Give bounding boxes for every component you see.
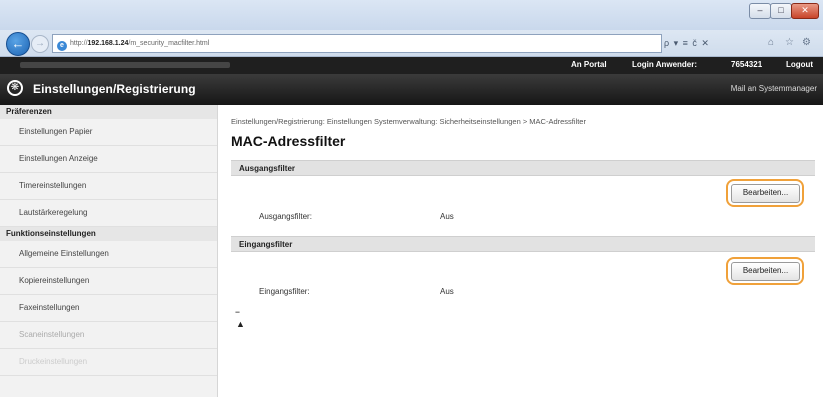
inbound-edit-highlight: Bearbeiten... [726, 257, 804, 285]
address-bar[interactable]: e http://192.168.1.24/m_security_macfilte… [52, 34, 662, 53]
back-to-top-icon[interactable]: ‾ ▲ [236, 312, 245, 329]
sidebar-item-copy-settings[interactable]: Kopiereinstellungen [0, 268, 217, 295]
settings-logo-icon: ❋ [7, 80, 23, 96]
outbound-filter-header: Ausgangsfilter [231, 160, 815, 176]
sidebar-item-paper-settings[interactable]: Einstellungen Papier [0, 119, 217, 146]
outbound-filter-label: Ausgangsfilter: [259, 212, 312, 221]
inbound-edit-button[interactable]: Bearbeiten... [731, 262, 800, 281]
url-host: 192.168.1.24 [87, 40, 129, 47]
inbound-filter-value: Aus [440, 287, 454, 296]
sidebar-item-common-settings[interactable]: Allgemeine Einstellungen [0, 241, 217, 268]
login-user-value: 7654321 [731, 60, 763, 69]
portal-link[interactable]: An Portal [571, 60, 607, 69]
sidebar-item-display-settings[interactable]: Einstellungen Anzeige [0, 146, 217, 173]
maximize-button[interactable]: □ [770, 3, 792, 19]
sidebar-section-function-settings: Funktionseinstellungen [0, 227, 217, 241]
sidebar-item-print-settings[interactable]: Druckeinstellungen [0, 349, 217, 376]
breadcrumb: Einstellungen/Registrierung: Einstellung… [231, 117, 586, 126]
minimize-button[interactable]: – [749, 3, 771, 19]
close-window-button[interactable]: ✕ [791, 3, 819, 19]
sidebar-item-scan-settings[interactable]: Scaneinstellungen [0, 322, 217, 349]
inbound-filter-header: Eingangsfilter [231, 236, 815, 252]
back-button[interactable]: ← [6, 32, 30, 56]
browser-address-row: ← → e http://192.168.1.24/m_security_macf… [0, 30, 823, 57]
sidebar-item-timer-settings[interactable]: Timereinstellungen [0, 173, 217, 200]
outbound-edit-button[interactable]: Bearbeiten... [731, 184, 800, 203]
back-to-top-arrow: ▲ [236, 319, 245, 329]
outbound-edit-highlight: Bearbeiten... [726, 179, 804, 207]
ie-page-icon: e [57, 41, 67, 51]
page-title: MAC-Adressfilter [231, 133, 346, 149]
sidebar-section-preferences: Präferenzen [0, 105, 217, 119]
outbound-filter-value: Aus [440, 212, 454, 221]
favorites-star-icon[interactable]: ☆ [785, 37, 794, 48]
sidebar: Präferenzen Einstellungen Papier Einstel… [0, 105, 218, 397]
inbound-filter-label: Eingangsfilter: [259, 287, 310, 296]
browser-titlebar: – □ ✕ [0, 0, 823, 30]
top-bar: An Portal Login Anwender: 7654321 Logout [0, 57, 823, 74]
main-content: Einstellungen/Registrierung: Einstellung… [231, 105, 815, 397]
home-icon[interactable]: ⌂ [768, 37, 774, 48]
url-path: /m_security_macfilter.html [128, 40, 210, 47]
url-prefix: http:// [70, 40, 88, 47]
forward-button[interactable]: → [31, 35, 49, 53]
title-banner: ❋ Einstellungen/Registrierung Mail an Sy… [0, 74, 823, 105]
address-tools[interactable]: ρ ▾ ≡ č ✕ [664, 38, 710, 49]
login-user-label: Login Anwender: [632, 60, 698, 69]
sidebar-item-fax-settings[interactable]: Faxeinstellungen [0, 295, 217, 322]
page-header-title: Einstellungen/Registrierung [33, 82, 196, 96]
logout-link[interactable]: Logout [786, 60, 813, 69]
sidebar-item-volume-control[interactable]: Lautstärkeregelung [0, 200, 217, 227]
mail-to-admin-link[interactable]: Mail an Systemmanager [731, 84, 817, 93]
device-model-name [20, 62, 230, 68]
gear-icon[interactable]: ⚙ [802, 37, 811, 48]
